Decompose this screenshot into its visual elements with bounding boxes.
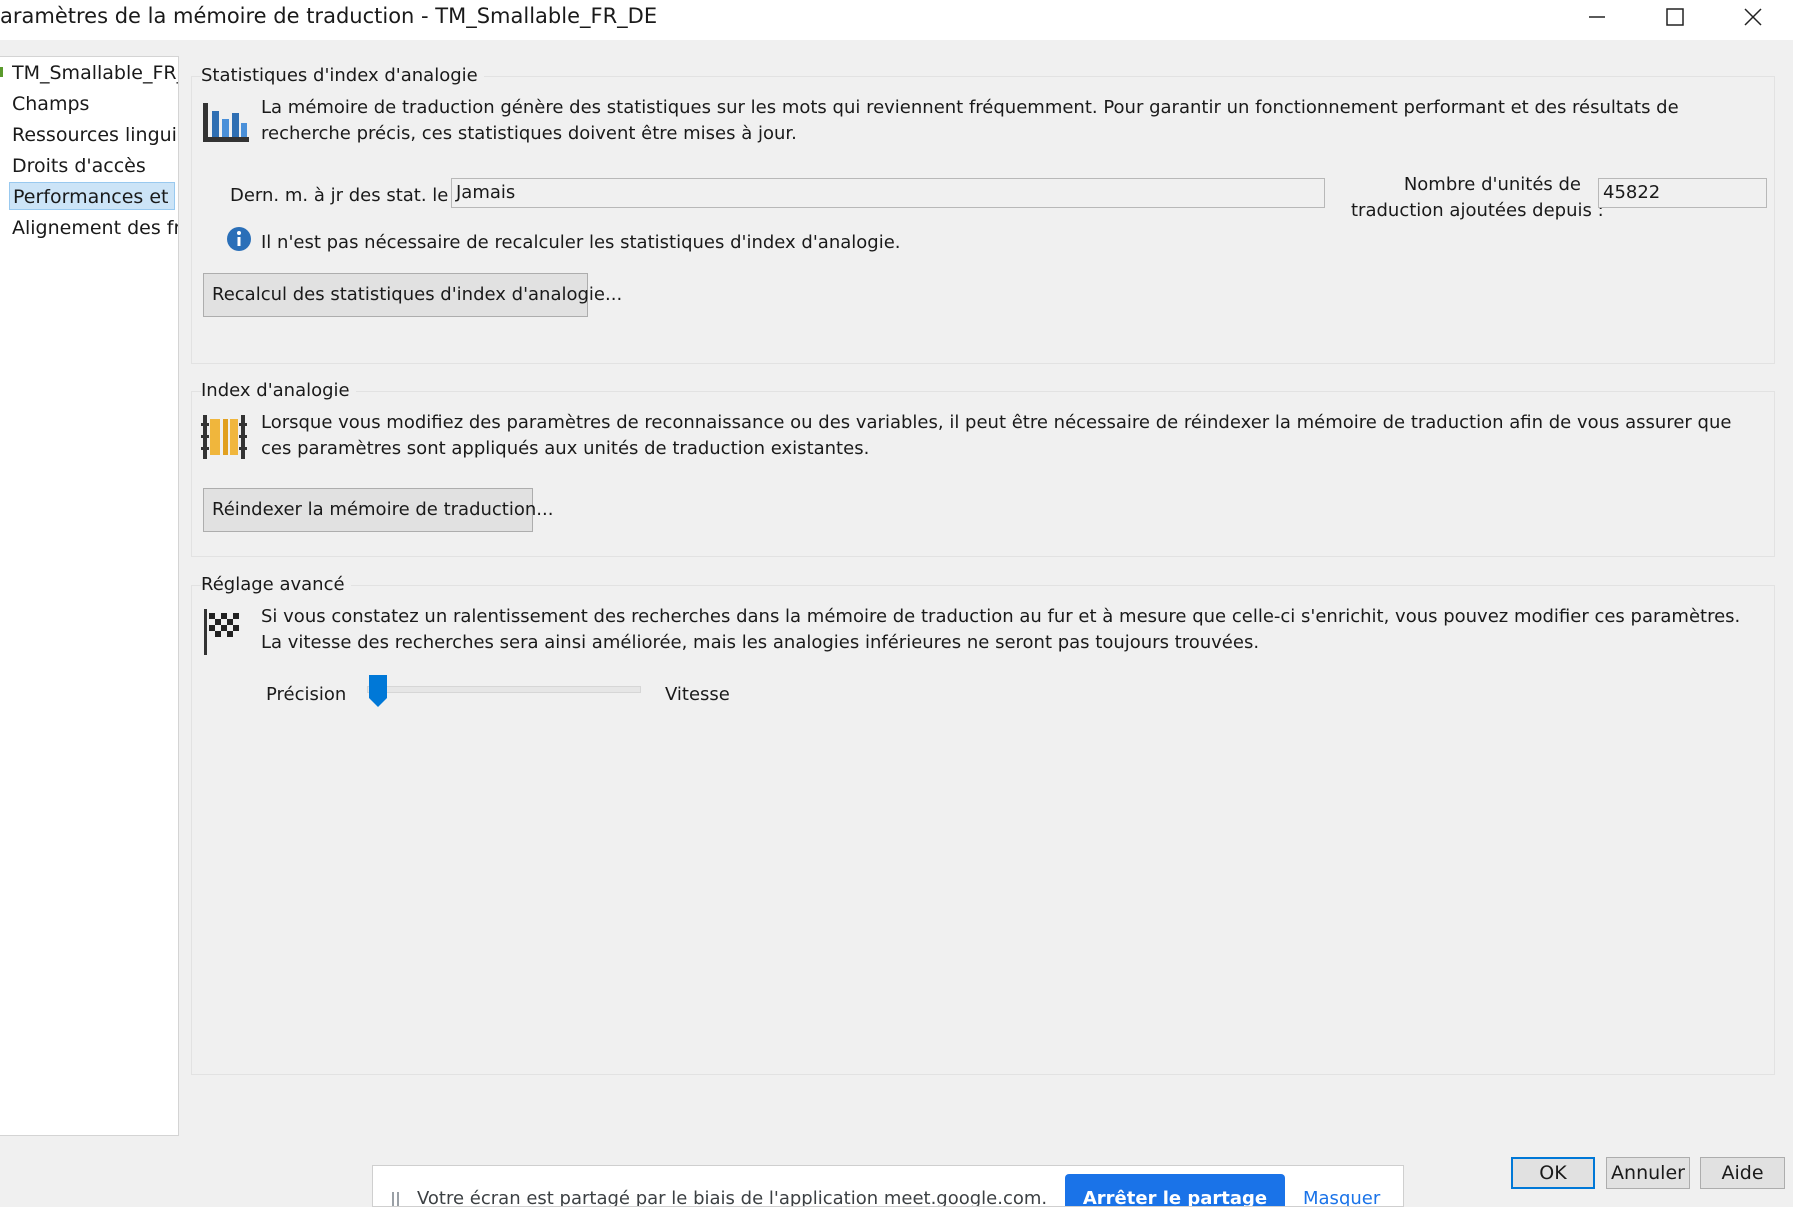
title-bar: aramètres de la mémoire de traduction - … <box>0 0 1793 40</box>
hide-share-bar-link[interactable]: Masquer <box>1303 1188 1380 1206</box>
maximize-icon <box>1666 8 1684 26</box>
share-message: Votre écran est partagé par le biais de … <box>417 1188 1048 1207</box>
close-button[interactable] <box>1714 0 1792 34</box>
stats-section-title: Statistiques d'index d'analogie <box>201 65 484 86</box>
nav-item-ressources[interactable]: Ressources linguist <box>12 121 178 149</box>
stats-section: Statistiques d'index d'analogie La mémoi… <box>191 65 1775 364</box>
precision-speed-slider-thumb[interactable] <box>368 674 388 708</box>
units-added-field: 45822 <box>1598 178 1767 208</box>
bar-chart-icon <box>203 103 249 142</box>
precision-speed-slider-track[interactable] <box>367 686 641 693</box>
reindex-section: Index d'analogie Lorsque vous modifiez d… <box>191 380 1775 557</box>
stop-sharing-button[interactable]: Arrêter le partage <box>1065 1174 1285 1206</box>
nav-item-droits[interactable]: Droits d'accès <box>12 152 178 180</box>
units-added-label-line1: Nombre d'unités de <box>1403 174 1581 195</box>
cancel-button[interactable]: Annuler <box>1606 1157 1690 1189</box>
minimize-button[interactable] <box>1558 0 1636 34</box>
tuning-section-title: Réglage avancé <box>201 574 351 595</box>
screen-share-bar: Votre écran est partagé par le biais de … <box>372 1165 1404 1207</box>
settings-nav-tree: TM_Smallable_FR_ Champs Ressources lingu… <box>0 56 179 1136</box>
help-button[interactable]: Aide <box>1700 1157 1785 1189</box>
slider-label-precision: Précision <box>266 684 347 705</box>
last-update-label: Dern. m. à jr des stat. le : <box>230 185 461 206</box>
advanced-tuning-section: Réglage avancé Si vous constatez un rale… <box>191 574 1775 1075</box>
slider-label-speed: Vitesse <box>665 684 730 705</box>
window-title: aramètres de la mémoire de traduction - … <box>0 4 658 28</box>
close-icon <box>1744 8 1762 26</box>
tree-root-icon <box>0 67 3 77</box>
units-added-label: Nombre d'unités de traduction ajoutées d… <box>1351 172 1604 224</box>
nav-item-alignement[interactable]: Alignement des fra <box>12 214 178 242</box>
nav-item-champs[interactable]: Champs <box>12 90 178 118</box>
nav-item-performances[interactable]: Performances et ré <box>9 182 175 210</box>
units-added-label-line2: traduction ajoutées depuis : <box>1351 200 1604 221</box>
last-update-field: Jamais <box>451 178 1325 208</box>
reindex-button[interactable]: Réindexer la mémoire de traduction... <box>203 488 553 532</box>
reindex-section-title: Index d'analogie <box>201 380 356 401</box>
drag-handle-icon[interactable] <box>391 1192 401 1206</box>
info-message: Il n'est pas nécessaire de recalculer le… <box>261 232 901 253</box>
nav-item-tm-root[interactable]: TM_Smallable_FR_ <box>12 59 178 87</box>
stats-description: La mémoire de traduction génère des stat… <box>261 97 1679 144</box>
info-icon <box>227 227 251 251</box>
tuning-description: Si vous constatez un ralentissement des … <box>261 606 1741 653</box>
index-film-icon <box>201 415 247 459</box>
minimize-icon <box>1589 16 1605 18</box>
reindex-description: Lorsque vous modifiez des paramètres de … <box>261 412 1732 459</box>
checkered-flag-icon <box>204 609 239 655</box>
maximize-button[interactable] <box>1636 0 1714 34</box>
ok-button[interactable]: OK <box>1511 1157 1595 1189</box>
recalc-stats-button[interactable]: Recalcul des statistiques d'index d'anal… <box>203 273 622 317</box>
